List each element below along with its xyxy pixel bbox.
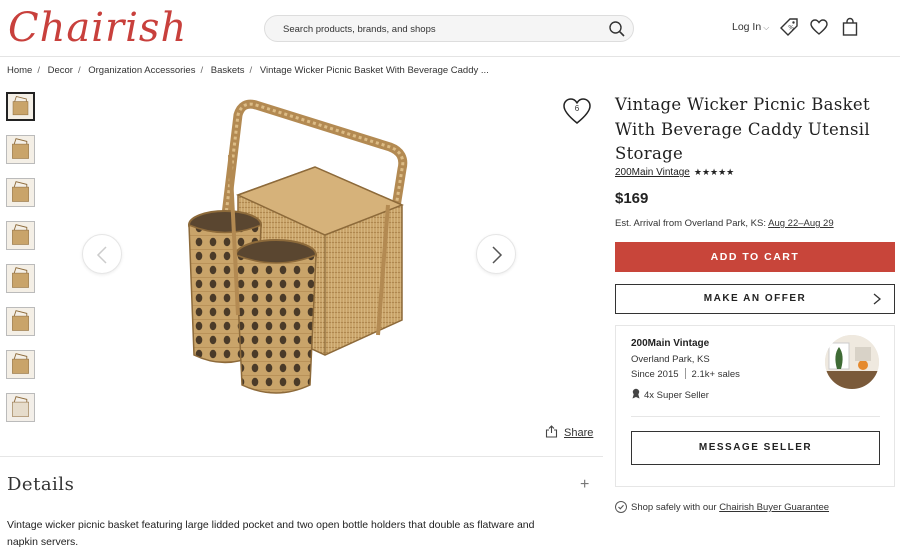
previous-image-button[interactable] [82,234,122,274]
chevron-right-icon [873,293,882,305]
search-bar[interactable] [264,15,634,42]
check-circle-icon [615,501,627,513]
chevron-down-icon: ⌵ [763,23,770,32]
award-icon [632,388,640,399]
login-menu[interactable]: Log In ⌵ [732,21,769,33]
breadcrumb-baskets[interactable]: Baskets [211,65,245,76]
search-input[interactable] [283,20,593,38]
svg-text:%: % [788,25,794,32]
seller-sales: 2.1k+ sales [691,369,740,380]
guarantee-prefix: Shop safely with our [631,502,717,513]
chevron-right-icon [492,246,503,264]
seller-card-divider [631,416,880,417]
seller-card: 200Main Vintage Overland Park, KS Since … [615,325,895,487]
favorite-count: 6 [574,104,580,113]
heart-icon[interactable] [809,17,829,37]
product-price: $169 [615,190,649,207]
share-label[interactable]: Share [564,427,593,439]
share-icon [545,425,558,438]
message-seller-button[interactable]: MESSAGE SELLER [631,431,880,465]
chairish-logo[interactable]: Chairish [8,4,187,52]
thumbnail-5[interactable] [6,264,35,293]
thumbnail-1[interactable] [6,92,35,121]
chevron-left-icon [96,246,107,264]
next-image-button[interactable] [476,234,516,274]
details-description: Vintage wicker picnic basket featuring l… [7,519,535,548]
thumbnail-strip [6,92,36,436]
section-divider [0,456,603,457]
buyer-guarantee: Shop safely with our Chairish Buyer Guar… [615,501,829,513]
breadcrumb-decor[interactable]: Decor [48,65,73,76]
breadcrumb-organization-accessories[interactable]: Organization Accessories [88,65,195,76]
details-heading[interactable]: Details [7,474,74,495]
arrival-dates[interactable]: Aug 22–Aug 29 [768,218,834,229]
breadcrumb-home[interactable]: Home [7,65,32,76]
seller-link[interactable]: 200Main Vintage [615,167,690,178]
make-offer-button[interactable]: MAKE AN OFFER [615,284,895,314]
tag-icon[interactable]: % [779,17,799,37]
product-title: Vintage Wicker Picnic Basket With Bevera… [615,95,870,163]
seller-name[interactable]: 200Main Vintage [631,338,709,349]
thumbnail-2[interactable] [6,135,35,164]
seller-location: Overland Park, KS [631,354,710,365]
add-to-cart-button[interactable]: ADD TO CART [615,242,895,272]
seller-rating-row: 200Main Vintage ★★★★★ [615,167,734,178]
make-offer-label: MAKE AN OFFER [703,293,807,304]
rating-stars: ★★★★★ [693,167,735,177]
search-icon[interactable] [607,19,627,39]
expand-plus-icon[interactable]: + [580,476,589,494]
seller-stats: Since 2015 2.1k+ sales [631,368,740,380]
breadcrumb-current: Vintage Wicker Picnic Basket With Bevera… [259,65,489,76]
site-header: Chairish Log In⌵ % [0,0,900,57]
shopping-bag-icon[interactable] [840,17,860,37]
login-label[interactable]: Log In [732,21,761,33]
super-seller-label: 4x Super Seller [644,390,709,401]
share-link[interactable]: Share [545,425,593,439]
thumbnail-3[interactable] [6,178,35,207]
thumbnail-8[interactable] [6,393,35,422]
thumbnail-4[interactable] [6,221,35,250]
seller-avatar[interactable] [825,335,879,389]
estimated-arrival: Est. Arrival from Overland Park, KS: Aug… [615,218,834,229]
buyer-guarantee-link[interactable]: Chairish Buyer Guarantee [719,502,829,513]
product-image [188,99,408,394]
arrival-prefix: Est. Arrival from Overland Park, KS: [615,218,766,229]
thumbnail-6[interactable] [6,307,35,336]
seller-since: Since 2015 [631,369,679,380]
super-seller-badge: 4x Super Seller [631,388,709,401]
thumbnail-7[interactable] [6,350,35,379]
breadcrumb: Home / Decor / Organization Accessories / B… [7,65,489,76]
